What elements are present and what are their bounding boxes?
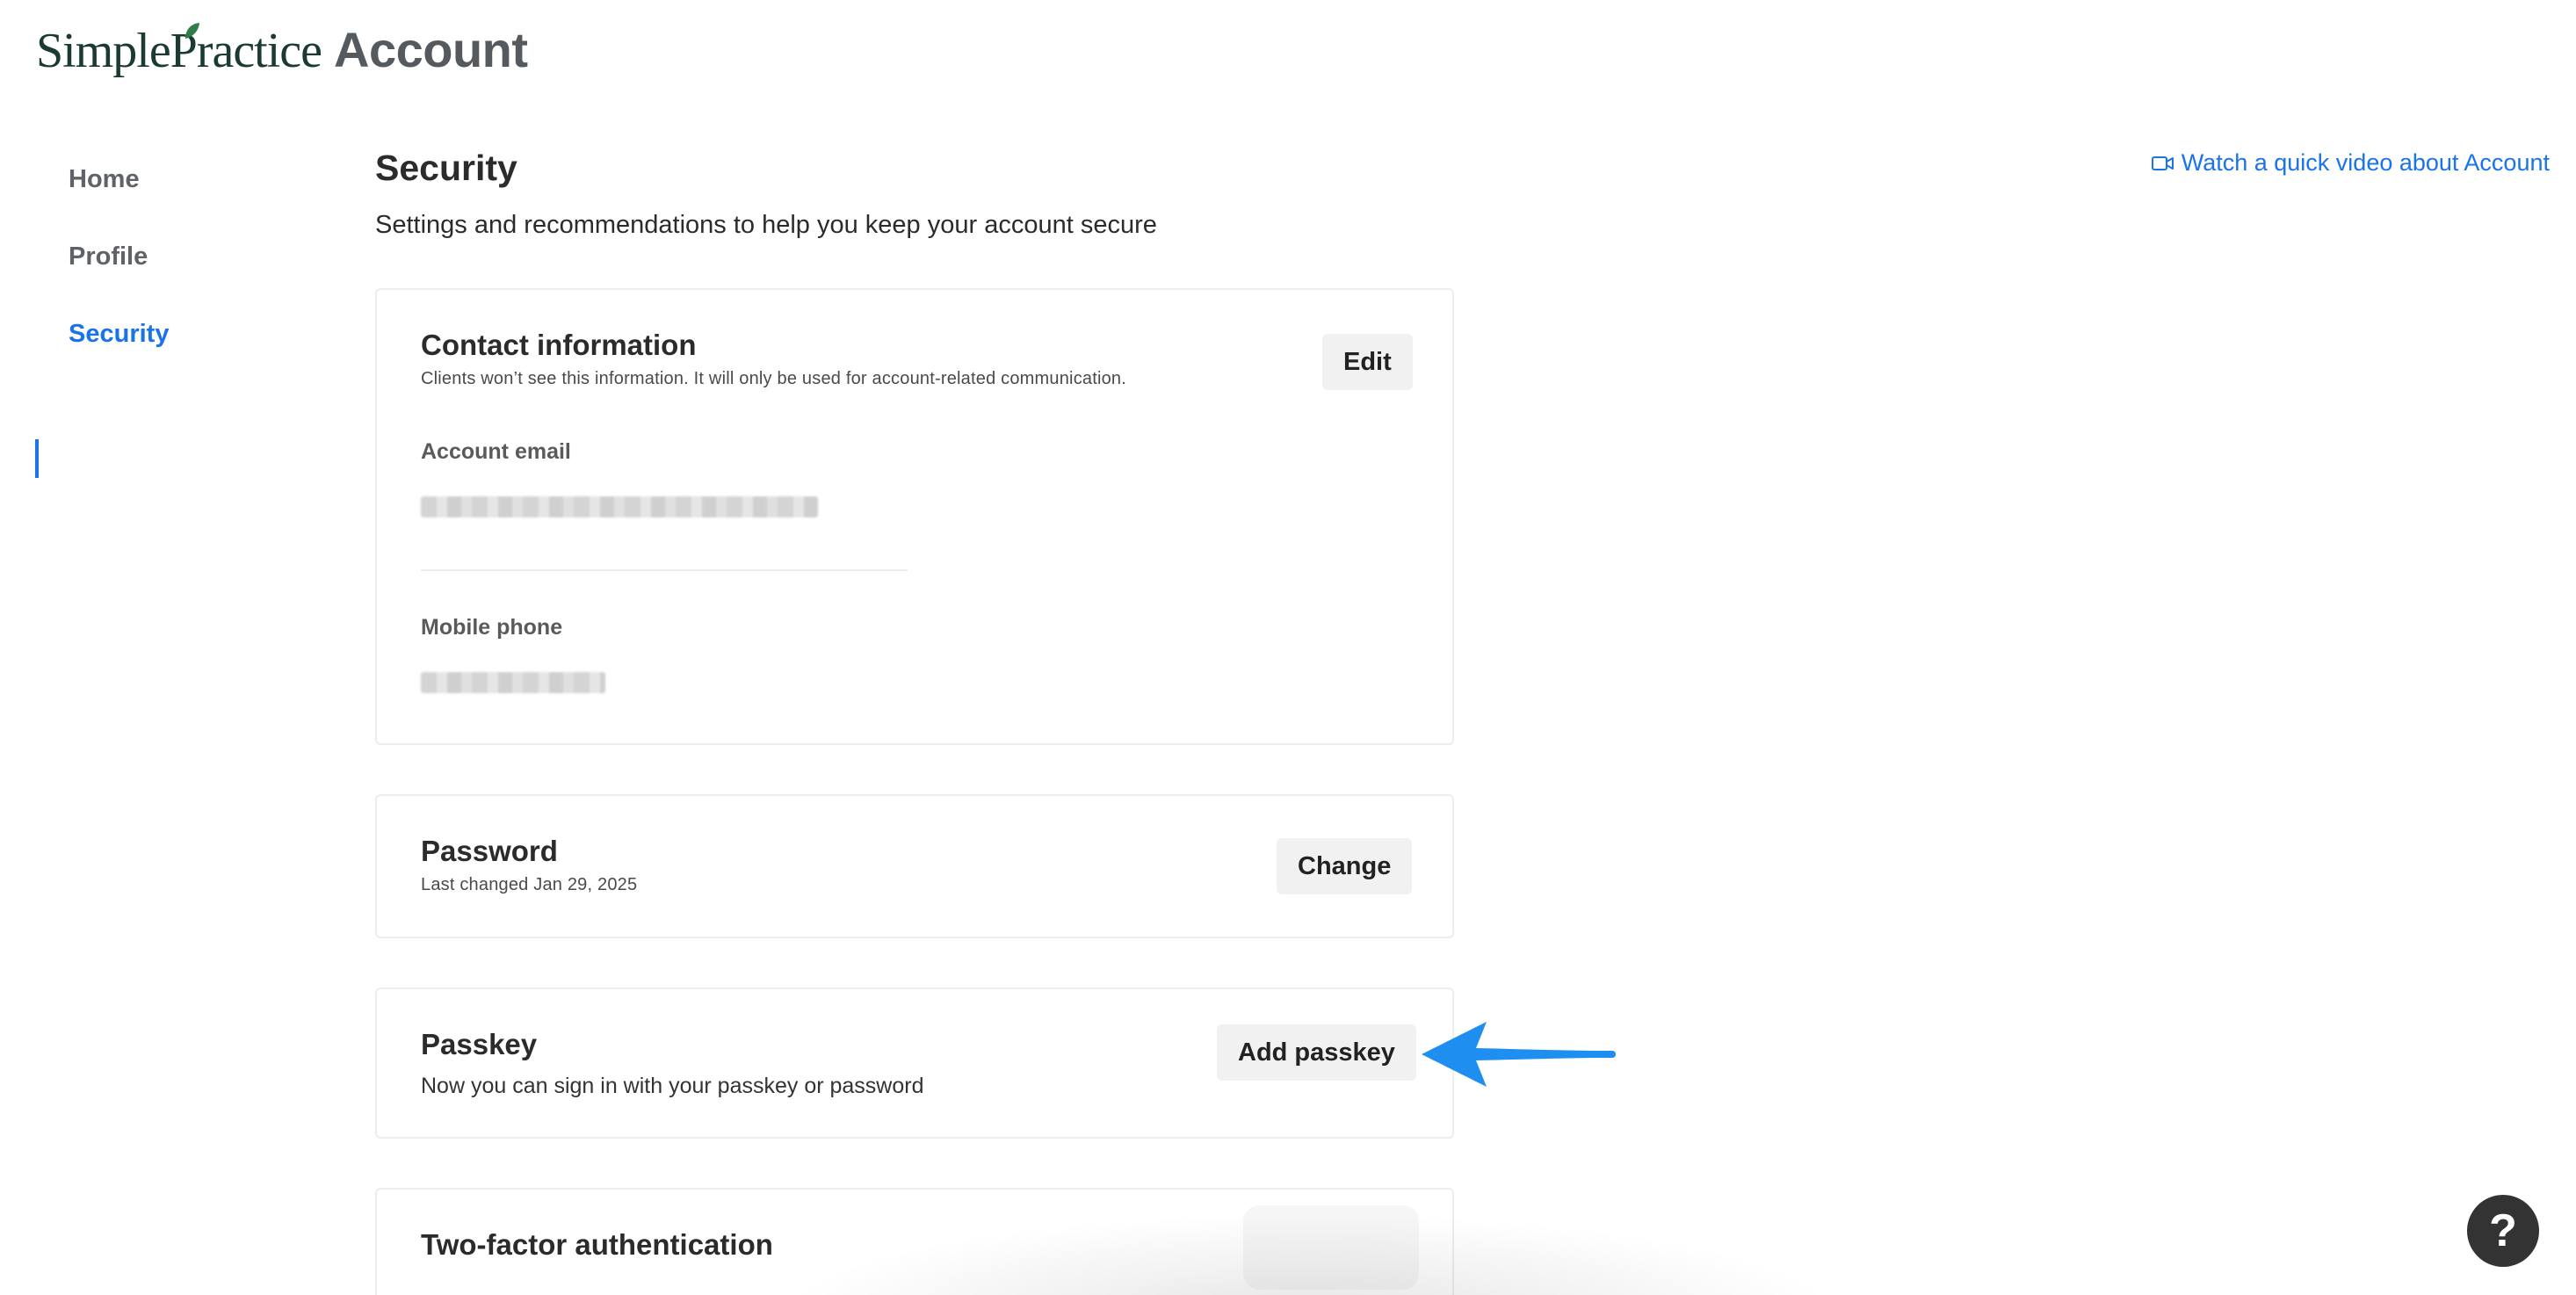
change-password-button[interactable]: Change [1277, 838, 1413, 894]
passkey-card: Passkey Now you can sign in with your pa… [375, 988, 1454, 1139]
add-passkey-button[interactable]: Add passkey [1217, 1024, 1416, 1081]
contact-information-note: Clients won’t see this information. It w… [421, 369, 1127, 388]
watch-video-link[interactable]: Watch a quick video about Account [2151, 149, 2550, 177]
edit-contact-button[interactable]: Edit [1322, 334, 1413, 390]
watch-video-label: Watch a quick video about Account [2181, 149, 2550, 176]
sidebar-item-home[interactable]: Home [35, 141, 316, 218]
help-button[interactable]: ? [2467, 1195, 2539, 1267]
password-last-changed: Last changed Jan 29, 2025 [421, 875, 638, 894]
video-camera-icon [2151, 156, 2174, 170]
sidebar-item-label: Home [69, 165, 140, 193]
contact-information-title: Contact information [421, 329, 697, 361]
contact-information-card: Contact information Clients won’t see th… [375, 288, 1454, 745]
page-subtitle: Settings and recommendations to help you… [375, 211, 1157, 239]
sidebar-item-label: Profile [69, 242, 148, 271]
sidebar-item-security[interactable]: Security [35, 295, 316, 373]
brand-name: SimplePractice [36, 24, 322, 78]
field-divider [421, 569, 908, 571]
password-title: Password [421, 835, 558, 867]
passkey-description: Now you can sign in with your passkey or… [421, 1074, 924, 1098]
two-factor-title: Two-factor authentication [421, 1228, 773, 1261]
mobile-phone-value [421, 672, 605, 693]
bottom-shadow [773, 1212, 1845, 1295]
leaf-icon [185, 23, 199, 39]
sidebar-item-profile[interactable]: Profile [35, 218, 316, 295]
account-email-label: Account email [421, 439, 571, 464]
help-icon: ? [2489, 1205, 2517, 1256]
main-content: Security Settings and recommendations to… [375, 148, 1465, 1295]
account-email-value [421, 496, 818, 517]
annotation-arrow-icon [1422, 1022, 1616, 1087]
password-card: Password Last changed Jan 29, 2025 Chang… [375, 794, 1454, 938]
mobile-phone-label: Mobile phone [421, 615, 563, 640]
active-indicator [35, 439, 39, 478]
product-name: Account [334, 22, 528, 77]
passkey-title: Passkey [421, 1028, 538, 1060]
sidebar-nav: Home Profile Security [35, 141, 316, 478]
sidebar-item-label: Security [69, 320, 170, 348]
page-title: Security [375, 148, 517, 188]
page: SimplePractice Account Home Profile Secu… [0, 0, 2576, 1295]
app-logo[interactable]: SimplePractice Account [36, 21, 528, 88]
